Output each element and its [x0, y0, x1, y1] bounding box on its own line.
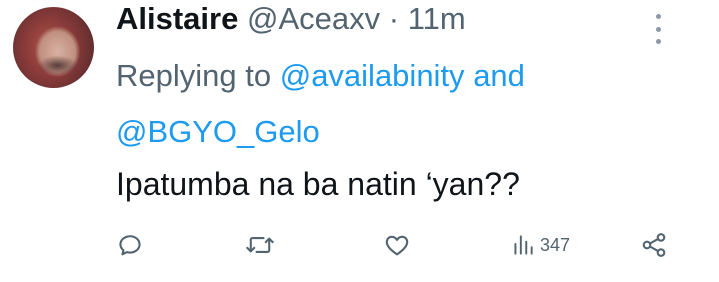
share-icon: [642, 233, 666, 257]
heart-icon: [385, 235, 409, 256]
views-bar-chart-icon: [514, 235, 533, 255]
retweet-icon: [246, 237, 274, 253]
separator-dot: ·: [388, 1, 400, 36]
views-button[interactable]: 347: [510, 228, 570, 262]
author-name[interactable]: Alistaire: [116, 1, 238, 36]
mention-link[interactable]: @availabinity: [280, 58, 465, 93]
tweet[interactable]: Alistaire @Aceaxv · 11m Replying to @ava…: [0, 0, 719, 282]
avatar[interactable]: [13, 7, 94, 88]
mention-joiner: and: [473, 58, 525, 93]
author-handle[interactable]: @Aceaxv: [247, 1, 380, 36]
retweet-button[interactable]: [245, 228, 275, 262]
replying-to: Replying to @availabinity and @BGYO_Gelo: [116, 48, 696, 160]
like-button[interactable]: [383, 228, 411, 262]
action-bar: 347: [116, 228, 676, 262]
timestamp[interactable]: 11m: [408, 1, 466, 36]
tweet-text: Ipatumba na ba natin ‘yan??: [116, 166, 520, 202]
author-line: Alistaire @Aceaxv · 11m: [116, 1, 466, 37]
views-count: 347: [540, 234, 571, 255]
mention-link[interactable]: @BGYO_Gelo: [116, 114, 320, 149]
share-button[interactable]: [640, 228, 668, 262]
more-dots-icon[interactable]: [655, 14, 661, 44]
replying-prefix: Replying to: [116, 58, 272, 93]
reply-icon: [119, 235, 141, 256]
reply-button[interactable]: [116, 228, 144, 262]
